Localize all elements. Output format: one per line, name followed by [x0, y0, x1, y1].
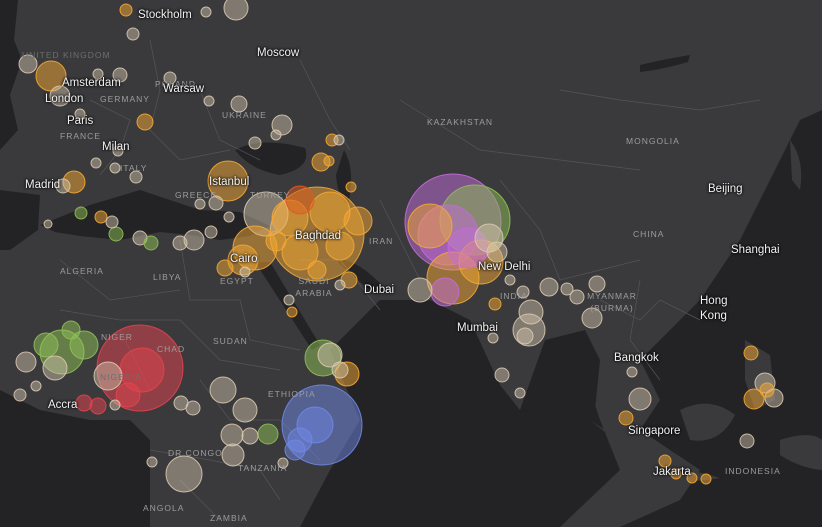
event-bubble-orange[interactable]	[670, 468, 682, 480]
event-bubble-default[interactable]	[209, 376, 237, 404]
event-bubble-default[interactable]	[109, 399, 121, 411]
event-bubble-default[interactable]	[516, 285, 530, 299]
event-bubble-green[interactable]	[61, 320, 81, 340]
event-bubble-orange[interactable]	[700, 473, 712, 485]
event-bubble-default[interactable]	[277, 457, 289, 469]
event-bubble-green[interactable]	[74, 206, 88, 220]
event-bubble-default[interactable]	[581, 307, 603, 329]
event-bubble-default[interactable]	[626, 366, 638, 378]
event-bubble-default[interactable]	[208, 195, 224, 211]
event-bubble-orange[interactable]	[325, 231, 355, 261]
event-bubble-default[interactable]	[628, 387, 652, 411]
event-bubble-default[interactable]	[49, 85, 71, 107]
event-bubble-red[interactable]	[89, 397, 107, 415]
event-bubble-orange[interactable]	[743, 345, 759, 361]
event-bubble-orange[interactable]	[686, 472, 698, 484]
event-bubble-default[interactable]	[15, 351, 37, 373]
event-bubble-default[interactable]	[74, 108, 86, 120]
event-bubble-default[interactable]	[486, 241, 508, 263]
event-bubble-green[interactable]	[257, 423, 279, 445]
event-bubble-default[interactable]	[539, 277, 559, 297]
event-bubble-orange[interactable]	[345, 181, 357, 193]
event-bubble-default[interactable]	[185, 400, 201, 416]
event-bubble-orange[interactable]	[119, 3, 133, 17]
event-bubble-orange[interactable]	[323, 155, 335, 167]
event-bubble-orange[interactable]	[759, 382, 775, 398]
event-bubble-default[interactable]	[165, 455, 203, 493]
event-bubble-default[interactable]	[30, 380, 42, 392]
event-bubble-orange[interactable]	[136, 113, 154, 131]
event-bubble-default[interactable]	[129, 170, 143, 184]
event-bubble-default[interactable]	[221, 443, 245, 467]
event-bubble-default[interactable]	[112, 67, 128, 83]
event-bubble-orange[interactable]	[618, 410, 634, 426]
event-bubble-default[interactable]	[407, 277, 433, 303]
event-bubble-default[interactable]	[504, 274, 516, 286]
event-bubble-default[interactable]	[220, 423, 244, 447]
event-bubble-default[interactable]	[109, 162, 121, 174]
event-bubble-purple[interactable]	[430, 277, 460, 307]
event-bubble-default[interactable]	[55, 178, 71, 194]
event-bubble-default[interactable]	[126, 27, 140, 41]
event-bubble-default[interactable]	[487, 332, 499, 344]
event-bubble-orange[interactable]	[307, 260, 327, 280]
event-bubble-default[interactable]	[42, 355, 68, 381]
event-bubble-default[interactable]	[560, 282, 574, 296]
event-bubble-default[interactable]	[223, 0, 249, 21]
event-bubble-orange[interactable]	[658, 454, 672, 468]
event-bubble-default[interactable]	[223, 211, 235, 223]
event-bubble-default[interactable]	[200, 6, 212, 18]
bubble-layer	[13, 0, 784, 493]
event-bubble-default[interactable]	[518, 299, 544, 325]
event-bubble-orange[interactable]	[309, 191, 351, 233]
event-bubble-red[interactable]	[75, 394, 93, 412]
event-bubble-default[interactable]	[239, 266, 251, 278]
event-bubble-default[interactable]	[283, 294, 295, 306]
event-bubble-default[interactable]	[248, 136, 262, 150]
event-bubble-default[interactable]	[230, 95, 248, 113]
event-bubble-default[interactable]	[494, 367, 510, 383]
event-bubble-default[interactable]	[172, 235, 188, 251]
event-bubble-default[interactable]	[588, 275, 606, 293]
event-bubble-default[interactable]	[241, 427, 259, 445]
event-bubble-default[interactable]	[270, 129, 282, 141]
event-bubble-default[interactable]	[105, 215, 119, 229]
event-bubble-default[interactable]	[183, 229, 205, 251]
event-bubble-default[interactable]	[146, 456, 158, 468]
event-bubble-green[interactable]	[143, 235, 159, 251]
event-bubble-default[interactable]	[333, 134, 345, 146]
event-bubble-default[interactable]	[90, 157, 102, 169]
event-bubble-orange[interactable]	[343, 206, 373, 236]
event-bubble-default[interactable]	[739, 433, 755, 449]
event-bubble-green[interactable]	[108, 226, 124, 242]
event-bubble-default[interactable]	[203, 95, 215, 107]
event-bubble-default[interactable]	[18, 54, 38, 74]
event-bubble-orange[interactable]	[265, 230, 287, 252]
event-bubble-default[interactable]	[13, 388, 27, 402]
event-bubble-default[interactable]	[331, 361, 349, 379]
event-bubble-default[interactable]	[92, 68, 104, 80]
event-bubble-blue[interactable]	[284, 439, 306, 461]
event-bubble-orange[interactable]	[94, 210, 108, 224]
event-bubble-default[interactable]	[232, 397, 258, 423]
event-bubble-default[interactable]	[194, 198, 206, 210]
event-bubble-default[interactable]	[112, 145, 124, 157]
event-bubble-default[interactable]	[516, 327, 534, 345]
event-bubble-orange[interactable]	[207, 160, 249, 202]
event-bubble-default[interactable]	[93, 361, 123, 391]
event-bubble-default[interactable]	[204, 225, 218, 239]
event-bubble-default[interactable]	[334, 279, 346, 291]
event-bubble-orange[interactable]	[488, 297, 502, 311]
event-bubble-default[interactable]	[43, 219, 53, 229]
event-bubble-default[interactable]	[163, 71, 177, 85]
event-bubble-default[interactable]	[514, 387, 526, 399]
map[interactable]: UNITED KINGDOM POLAND GERMANY FRANCE UKR…	[0, 0, 822, 527]
event-bubble-orange[interactable]	[216, 259, 234, 277]
event-bubble-green[interactable]	[33, 332, 59, 358]
event-bubble-orange[interactable]	[286, 306, 298, 318]
event-bubble-darkorange[interactable]	[285, 185, 315, 215]
event-bubble-orange[interactable]	[407, 203, 453, 249]
